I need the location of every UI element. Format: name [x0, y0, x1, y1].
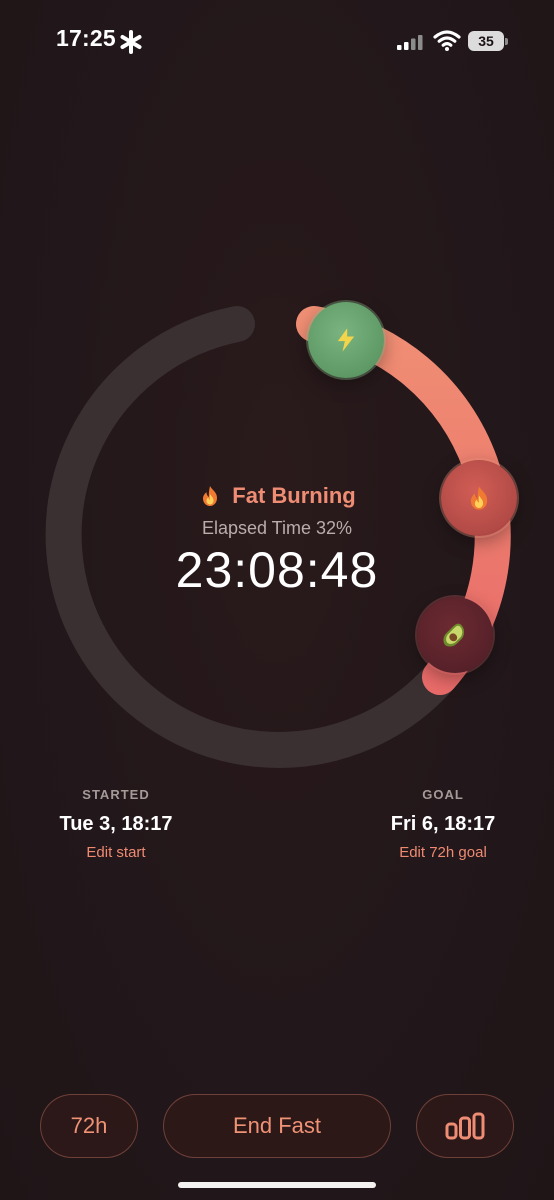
goal-card: GOAL Fri 6, 18:17 Edit 72h goal: [343, 786, 543, 862]
started-label: STARTED: [82, 787, 150, 802]
energy-stage-marker[interactable]: [308, 302, 384, 378]
elapsed-time: 23:08:48: [175, 542, 379, 598]
bar-chart-icon: [445, 1112, 485, 1140]
home-indicator[interactable]: [178, 1182, 376, 1188]
started-card: STARTED Tue 3, 18:17 Edit start: [16, 786, 216, 862]
started-value: Tue 3, 18:17: [59, 813, 173, 835]
fire-icon: [203, 486, 218, 506]
edit-goal-link[interactable]: Edit 72h goal: [343, 844, 543, 862]
stats-button[interactable]: [416, 1094, 514, 1158]
elapsed-summary: Fat Burning Elapsed Time 32% 23:08:48: [0, 478, 554, 595]
goal-label: GOAL: [422, 787, 464, 802]
end-fast-button[interactable]: End Fast: [163, 1094, 391, 1158]
fasting-screen: 17:25 35 Fat Burning Elapsed Time 32% 23…: [0, 0, 554, 1200]
goal-value: Fri 6, 18:17: [390, 813, 496, 835]
lightning-icon: [337, 328, 355, 352]
bottom-controls: 72h End Fast: [0, 1092, 554, 1162]
stage-title: Fat Burning: [232, 483, 356, 508]
duration-button[interactable]: 72h: [40, 1094, 138, 1158]
elapsed-label: Elapsed Time 32%: [201, 518, 353, 538]
avocado-icon: [443, 623, 465, 647]
edit-start-link[interactable]: Edit start: [16, 844, 216, 862]
fasting-progress-ring: [0, 0, 554, 800]
current-stage[interactable]: Fat Burning: [0, 478, 554, 514]
progress-ring-graphic: [45, 306, 511, 768]
food-stage-marker[interactable]: [417, 597, 493, 673]
